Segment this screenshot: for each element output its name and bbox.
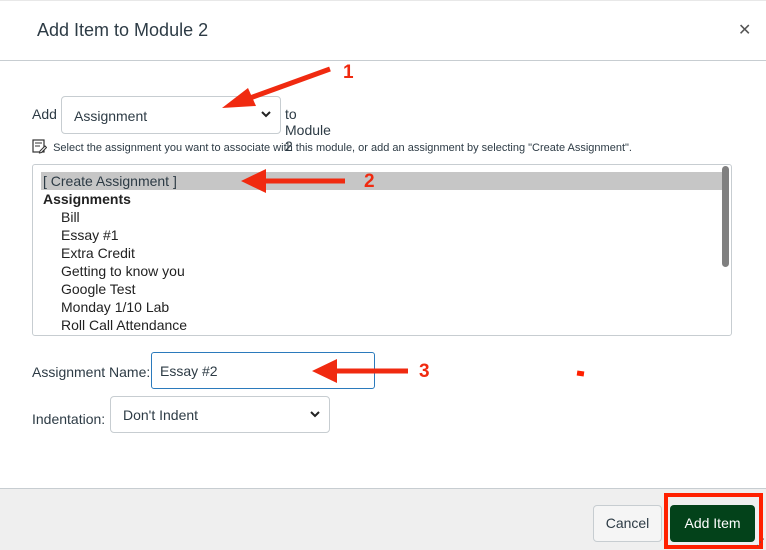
list-item[interactable]: Roll Call Attendance: [61, 316, 731, 334]
close-icon[interactable]: ✕: [738, 23, 751, 39]
edit-form-icon: [32, 139, 53, 154]
list-item[interactable]: Getting to know you: [61, 262, 731, 280]
annotation-mark: [576, 370, 585, 377]
item-type-value: Assignment: [74, 108, 148, 124]
list-item[interactable]: Google Test: [61, 280, 731, 298]
step-3-label: 3: [419, 361, 430, 382]
hint-text-row: Select the assignment you want to associ…: [32, 139, 632, 154]
cancel-button[interactable]: Cancel: [593, 505, 662, 542]
indentation-value: Don't Indent: [123, 407, 199, 423]
hint-text: Select the assignment you want to associ…: [53, 142, 632, 154]
indentation-select[interactable]: Don't Indent: [110, 396, 330, 433]
list-item[interactable]: Bill: [61, 208, 731, 226]
assignment-name-label: Assignment Name:: [32, 364, 151, 380]
add-item-button[interactable]: Add Item: [670, 505, 755, 542]
dialog-title: Add Item to Module 2: [37, 20, 209, 40]
list-item[interactable]: Monday 1/10 Lab: [61, 298, 731, 316]
chevron-down-icon: [260, 106, 272, 125]
list-item[interactable]: Extra Credit: [61, 244, 731, 262]
dialog-header: Add Item to Module 2 ✕: [0, 1, 766, 61]
item-type-select[interactable]: Assignment: [61, 96, 281, 134]
assignments-group-label: Assignments: [43, 191, 131, 207]
chevron-down-icon: [309, 406, 321, 425]
assignment-name-input[interactable]: [151, 352, 375, 389]
assignment-listbox[interactable]: [ Create Assignment ] Assignments Bill E…: [32, 164, 732, 336]
add-item-dialog: Add Item to Module 2 ✕ Add Assignment to…: [0, 0, 766, 550]
create-assignment-option[interactable]: [ Create Assignment ]: [41, 172, 722, 190]
list-item[interactable]: Essay #1: [61, 226, 731, 244]
indentation-label: Indentation:: [32, 411, 106, 427]
dialog-footer: Cancel Add Item: [0, 488, 766, 550]
step-1-label: 1: [343, 62, 354, 83]
resize-grip-icon[interactable]: ⋰: [756, 537, 765, 548]
listbox-scrollbar[interactable]: [722, 166, 729, 267]
add-label: Add: [32, 106, 57, 122]
step-2-label: 2: [364, 171, 375, 192]
